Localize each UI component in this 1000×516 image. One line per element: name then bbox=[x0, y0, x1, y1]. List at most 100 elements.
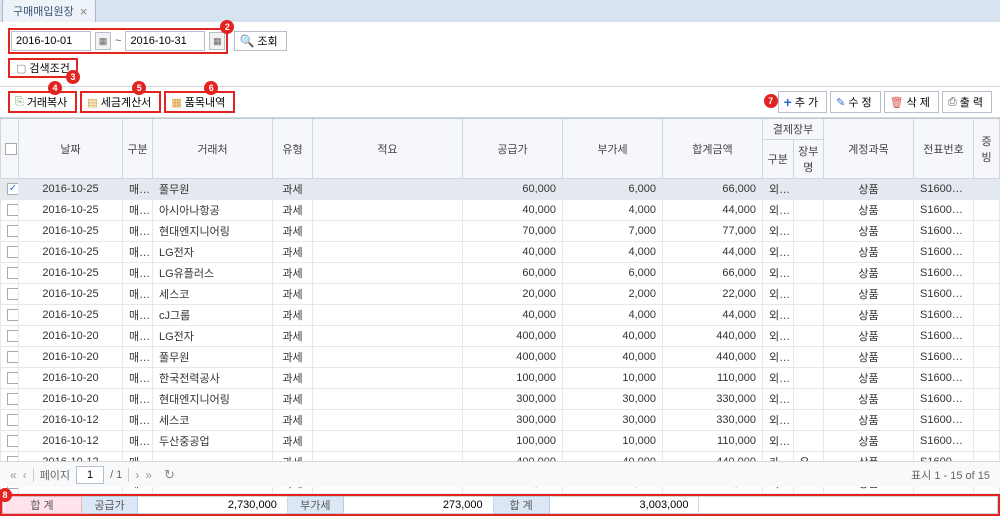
col-type[interactable]: 구분 bbox=[123, 119, 153, 179]
cell-pay-type: 외상 bbox=[763, 410, 794, 431]
cell-voucher: S1600016 bbox=[914, 389, 974, 410]
cell-date: 2016-10-20 bbox=[19, 389, 123, 410]
row-checkbox[interactable] bbox=[7, 435, 19, 447]
col-proof[interactable]: 증빙 bbox=[974, 119, 1000, 179]
col-account[interactable]: 계정과목 bbox=[824, 119, 914, 179]
refresh-icon[interactable]: ↻ bbox=[164, 467, 175, 483]
total-sum-label: 합 계 bbox=[2, 496, 82, 514]
prev-page-icon[interactable]: ‹ bbox=[23, 468, 27, 482]
table-row[interactable]: 2016-10-25매입현대엔지니어링과세70,0007,00077,000외상… bbox=[1, 221, 1000, 242]
search-button[interactable]: 🔍 조회 bbox=[234, 31, 286, 51]
row-checkbox[interactable] bbox=[7, 414, 19, 426]
table-row[interactable]: 2016-10-12매입세스코과세300,00030,000330,000외상상… bbox=[1, 410, 1000, 431]
cell-category: 과세 bbox=[273, 431, 313, 452]
row-checkbox[interactable] bbox=[7, 267, 19, 279]
row-checkbox[interactable] bbox=[7, 225, 19, 237]
cell-category: 과세 bbox=[273, 242, 313, 263]
cell-account: 상품 bbox=[824, 368, 914, 389]
row-checkbox[interactable] bbox=[7, 288, 19, 300]
calendar-icon[interactable]: ▦ bbox=[95, 32, 111, 50]
cell-voucher: S1600035 bbox=[914, 305, 974, 326]
cell-pay-book bbox=[793, 263, 824, 284]
cell-type: 매입 bbox=[123, 305, 153, 326]
row-checkbox[interactable] bbox=[7, 183, 19, 195]
pager-bar: « ‹ 페이지 / 1 › » ↻ 표시 1 - 15 of 15 bbox=[0, 461, 1000, 487]
edit-label: 수 정 bbox=[848, 94, 871, 110]
next-page-icon[interactable]: › bbox=[135, 468, 139, 482]
table-row[interactable]: 2016-10-25매입풀무원과세60,0006,00066,000외상상품S1… bbox=[1, 179, 1000, 200]
col-pay-book[interactable]: 장부명 bbox=[793, 140, 824, 179]
row-checkbox[interactable] bbox=[7, 330, 19, 342]
printer-icon: ⎙ bbox=[948, 96, 957, 109]
cell-account: 상품 bbox=[824, 242, 914, 263]
table-row[interactable]: 2016-10-25매입cJ그룹과세40,0004,00044,000외상상품S… bbox=[1, 305, 1000, 326]
col-category[interactable]: 유형 bbox=[273, 119, 313, 179]
cell-type: 매입 bbox=[123, 389, 153, 410]
col-date[interactable]: 날짜 bbox=[19, 119, 123, 179]
add-button[interactable]: + 추 가 bbox=[778, 91, 827, 113]
table-row[interactable]: 2016-10-20매입풀무원과세400,00040,000440,000외상상… bbox=[1, 347, 1000, 368]
tab-title: 구매매입원장 bbox=[13, 3, 74, 19]
last-page-icon[interactable]: » bbox=[145, 468, 152, 482]
cond-label: 검색조건 bbox=[29, 60, 69, 76]
cell-voucher: S1600025 bbox=[914, 326, 974, 347]
cell-vendor: 세스코 bbox=[153, 410, 273, 431]
row-checkbox[interactable] bbox=[7, 246, 19, 258]
first-page-icon[interactable]: « bbox=[10, 468, 17, 482]
table-row[interactable]: 2016-10-25매입아시아나항공과세40,0004,00044,000외상상… bbox=[1, 200, 1000, 221]
print-button[interactable]: ⎙ 출 력 bbox=[942, 91, 992, 113]
cell-vat: 30,000 bbox=[563, 389, 663, 410]
col-total[interactable]: 합계금액 bbox=[663, 119, 763, 179]
delete-button[interactable]: 🗑 삭 제 bbox=[884, 91, 939, 113]
close-icon[interactable]: × bbox=[80, 5, 88, 18]
date-from-input[interactable] bbox=[11, 31, 91, 51]
table-row[interactable]: 2016-10-12매입두산중공업과세100,00010,000110,000외… bbox=[1, 431, 1000, 452]
col-pay-type[interactable]: 구분 bbox=[763, 140, 794, 179]
copy-transaction-button[interactable]: ⎘ 거래복사 bbox=[8, 91, 77, 113]
cell-desc bbox=[313, 242, 463, 263]
cell-date: 2016-10-25 bbox=[19, 305, 123, 326]
cell-total: 66,000 bbox=[663, 179, 763, 200]
col-checkbox[interactable] bbox=[1, 119, 19, 179]
table-row[interactable]: 2016-10-20매입LG전자과세400,00040,000440,000외상… bbox=[1, 326, 1000, 347]
col-desc[interactable]: 적요 bbox=[313, 119, 463, 179]
cell-date: 2016-10-20 bbox=[19, 368, 123, 389]
tab-purchase-ledger[interactable]: 구매매입원장 × bbox=[2, 0, 96, 22]
page-number-input[interactable] bbox=[76, 466, 104, 484]
cell-account: 상품 bbox=[824, 305, 914, 326]
cell-desc bbox=[313, 389, 463, 410]
cell-vat: 4,000 bbox=[563, 305, 663, 326]
row-checkbox[interactable] bbox=[7, 393, 19, 405]
row-checkbox[interactable] bbox=[7, 351, 19, 363]
table-row[interactable]: 2016-10-20매입현대엔지니어링과세300,00030,000330,00… bbox=[1, 389, 1000, 410]
col-supply[interactable]: 공급가 bbox=[463, 119, 563, 179]
table-row[interactable]: 2016-10-25매입세스코과세20,0002,00022,000외상상품S1… bbox=[1, 284, 1000, 305]
cell-vendor: 두산중공업 bbox=[153, 431, 273, 452]
totals-bar: 8 합 계 공급가 2,730,000 부가세 273,000 합 계 3,00… bbox=[0, 494, 1000, 516]
item-details-button[interactable]: ▦ 품목내역 bbox=[164, 91, 235, 113]
table-row[interactable]: 2016-10-25매입LG유플러스과세60,0006,00066,000외상상… bbox=[1, 263, 1000, 284]
calendar-icon[interactable]: ▦ bbox=[209, 32, 225, 50]
edit-button[interactable]: ✎ 수 정 bbox=[830, 91, 881, 113]
cond-icon: ▢ bbox=[16, 62, 26, 75]
callout-3: 3 bbox=[66, 70, 80, 84]
pencil-icon: ✎ bbox=[836, 96, 845, 109]
row-checkbox[interactable] bbox=[7, 309, 19, 321]
cell-account: 상품 bbox=[824, 179, 914, 200]
col-voucher[interactable]: 전표번호 bbox=[914, 119, 974, 179]
row-checkbox[interactable] bbox=[7, 372, 19, 384]
col-vendor[interactable]: 거래처 bbox=[153, 119, 273, 179]
cell-type: 매입 bbox=[123, 431, 153, 452]
document-icon: ▤ bbox=[87, 96, 97, 109]
tax-invoice-button[interactable]: ▤ 세금계산서 bbox=[80, 91, 161, 113]
row-checkbox[interactable] bbox=[7, 204, 19, 216]
table-row[interactable]: 2016-10-20매입한국전력공사과세100,00010,000110,000… bbox=[1, 368, 1000, 389]
date-to-input[interactable] bbox=[125, 31, 205, 51]
cell-date: 2016-10-12 bbox=[19, 410, 123, 431]
cell-pay-type: 외상 bbox=[763, 431, 794, 452]
cell-supply: 20,000 bbox=[463, 284, 563, 305]
cell-voucher: S1600040 bbox=[914, 200, 974, 221]
cell-supply: 300,000 bbox=[463, 389, 563, 410]
col-vat[interactable]: 부가세 bbox=[563, 119, 663, 179]
table-row[interactable]: 2016-10-25매입LG전자과세40,0004,00044,000외상상품S… bbox=[1, 242, 1000, 263]
